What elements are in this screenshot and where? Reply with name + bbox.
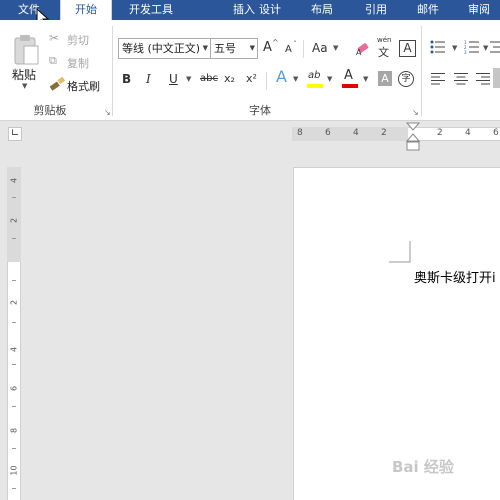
format-painter-icon: [49, 77, 65, 91]
font-color-icon[interactable]: A: [344, 68, 353, 84]
clear-formatting-icon[interactable]: A: [355, 40, 371, 56]
font-launcher-icon[interactable]: ↘: [412, 108, 419, 117]
ruler-tick: [12, 322, 16, 323]
font-color-bar: [342, 84, 358, 88]
strikethrough-button[interactable]: abc: [200, 71, 218, 87]
horizontal-ruler-margin: [292, 127, 408, 141]
bullets-icon[interactable]: [430, 40, 446, 54]
svg-text:3: 3: [464, 50, 467, 54]
phonetic-guide-top: wén: [377, 36, 392, 44]
ribbon-tab-bar: 文件 开始 开发工具 插入 设计 布局 引用 邮件 审阅: [0, 0, 500, 20]
justify-button[interactable]: [493, 68, 500, 88]
phonetic-guide-icon[interactable]: 文: [378, 45, 389, 61]
cut-icon: ✂: [49, 31, 60, 45]
highlight-color-bar: [307, 84, 323, 88]
ruler-number: 6: [493, 128, 499, 138]
clipboard-group-label: 剪贴板: [33, 104, 67, 117]
change-case-dropdown-icon[interactable]: ▼: [333, 44, 338, 52]
tab-developer[interactable]: 开发工具: [117, 0, 185, 20]
ruler-number: 2: [9, 299, 19, 306]
ruler-tick: [12, 364, 16, 365]
format-painter-button[interactable]: 格式刷: [67, 78, 100, 94]
align-left-icon[interactable]: [431, 73, 445, 85]
multilevel-list-icon[interactable]: [490, 40, 500, 54]
tab-layout[interactable]: 布局: [298, 0, 346, 20]
shrink-caret-icon: ˇ: [293, 40, 297, 49]
ruler-tick: [12, 280, 16, 281]
document-text[interactable]: 奥斯卡级打开i: [414, 267, 496, 286]
font-group-label: 字体: [249, 104, 271, 117]
tab-mailings[interactable]: 邮件: [404, 0, 452, 20]
group-separator: [112, 26, 113, 116]
highlight-dropdown-icon[interactable]: ▼: [327, 75, 332, 83]
tab-review[interactable]: 审阅: [458, 0, 500, 20]
ruler-number: 2: [437, 128, 443, 138]
divider: [303, 40, 304, 58]
highlight-icon[interactable]: ab: [308, 68, 320, 84]
ruler-number: 6: [9, 385, 19, 392]
clipboard-launcher-icon[interactable]: ↘: [104, 108, 111, 117]
character-shading-icon[interactable]: A: [378, 71, 392, 86]
enclose-characters-icon[interactable]: 字: [398, 71, 414, 87]
bullets-dropdown-icon[interactable]: ▼: [452, 44, 457, 52]
tab-references[interactable]: 引用: [352, 0, 400, 20]
tab-stop-selector[interactable]: ∟: [8, 127, 22, 141]
ruler-number: 4: [465, 128, 471, 138]
ruler-number: 8: [297, 128, 303, 138]
svg-text:A: A: [356, 48, 362, 56]
tab-home[interactable]: 开始: [60, 0, 112, 20]
ruler-number: 4: [9, 346, 19, 353]
grow-font-icon[interactable]: A: [263, 40, 272, 56]
ruler-tick: [12, 406, 16, 407]
ruler-number: 8: [9, 427, 19, 434]
font-name-combo[interactable]: 等线 (中文正文) ▼: [118, 38, 211, 59]
paste-icon[interactable]: [12, 34, 40, 66]
underline-dropdown-icon[interactable]: ▼: [186, 75, 191, 83]
align-right-icon[interactable]: [476, 73, 490, 85]
ruler-number: 10: [9, 465, 19, 476]
font-name-value: 等线 (中文正文): [122, 42, 201, 55]
document-page[interactable]: [293, 167, 500, 500]
numbering-icon[interactable]: 1 2 3: [464, 40, 480, 54]
character-border-icon[interactable]: A: [399, 40, 416, 57]
ruler-number: 4: [9, 177, 19, 184]
bold-button[interactable]: B: [122, 71, 131, 87]
group-separator: [421, 26, 422, 116]
font-color-dropdown-icon[interactable]: ▼: [363, 75, 368, 83]
ruler-number: 2: [381, 128, 387, 138]
font-size-value: 五号: [214, 42, 236, 55]
text-effects-dropdown-icon[interactable]: ▼: [293, 75, 298, 83]
margin-corner-mark: [389, 241, 411, 263]
paste-dropdown-icon[interactable]: ▼: [22, 82, 27, 90]
ruler-tick: [12, 448, 16, 449]
font-size-dropdown-icon[interactable]: ▼: [250, 39, 255, 58]
ruler-tick: [12, 238, 16, 239]
change-case-icon[interactable]: Aa: [312, 40, 328, 56]
copy-button[interactable]: 复制: [67, 55, 89, 71]
ribbon: 粘贴 ▼ ✂ 剪切 ⧉ 复制 格式刷 剪贴板 ↘ 等线 (中文正文) ▼ 五号 …: [0, 20, 500, 121]
cut-button[interactable]: 剪切: [67, 32, 89, 48]
ruler-tick: [12, 197, 16, 198]
watermark: Bai 经验: [392, 458, 454, 476]
tab-design[interactable]: 设计: [246, 0, 294, 20]
ruler-number: 4: [353, 128, 359, 138]
paste-button[interactable]: 粘贴: [12, 66, 36, 83]
ruler-number: 2: [9, 217, 19, 224]
shrink-font-icon[interactable]: A: [285, 42, 292, 58]
text-effects-icon[interactable]: A: [276, 69, 287, 85]
align-center-icon[interactable]: [454, 73, 468, 85]
font-size-combo[interactable]: 五号 ▼: [210, 38, 258, 59]
subscript-button[interactable]: x₂: [224, 71, 235, 87]
numbering-dropdown-icon[interactable]: ▼: [483, 44, 488, 52]
italic-button[interactable]: I: [146, 71, 151, 87]
copy-icon: ⧉: [49, 54, 57, 67]
underline-button[interactable]: U: [169, 71, 178, 87]
font-name-dropdown-icon[interactable]: ▼: [203, 39, 208, 58]
ruler-tick: [12, 488, 16, 489]
ruler-number: 6: [325, 128, 331, 138]
divider: [266, 72, 267, 90]
superscript-button[interactable]: x²: [246, 71, 257, 87]
indent-markers-icon[interactable]: [406, 122, 420, 152]
grow-caret-icon: ^: [272, 38, 279, 47]
